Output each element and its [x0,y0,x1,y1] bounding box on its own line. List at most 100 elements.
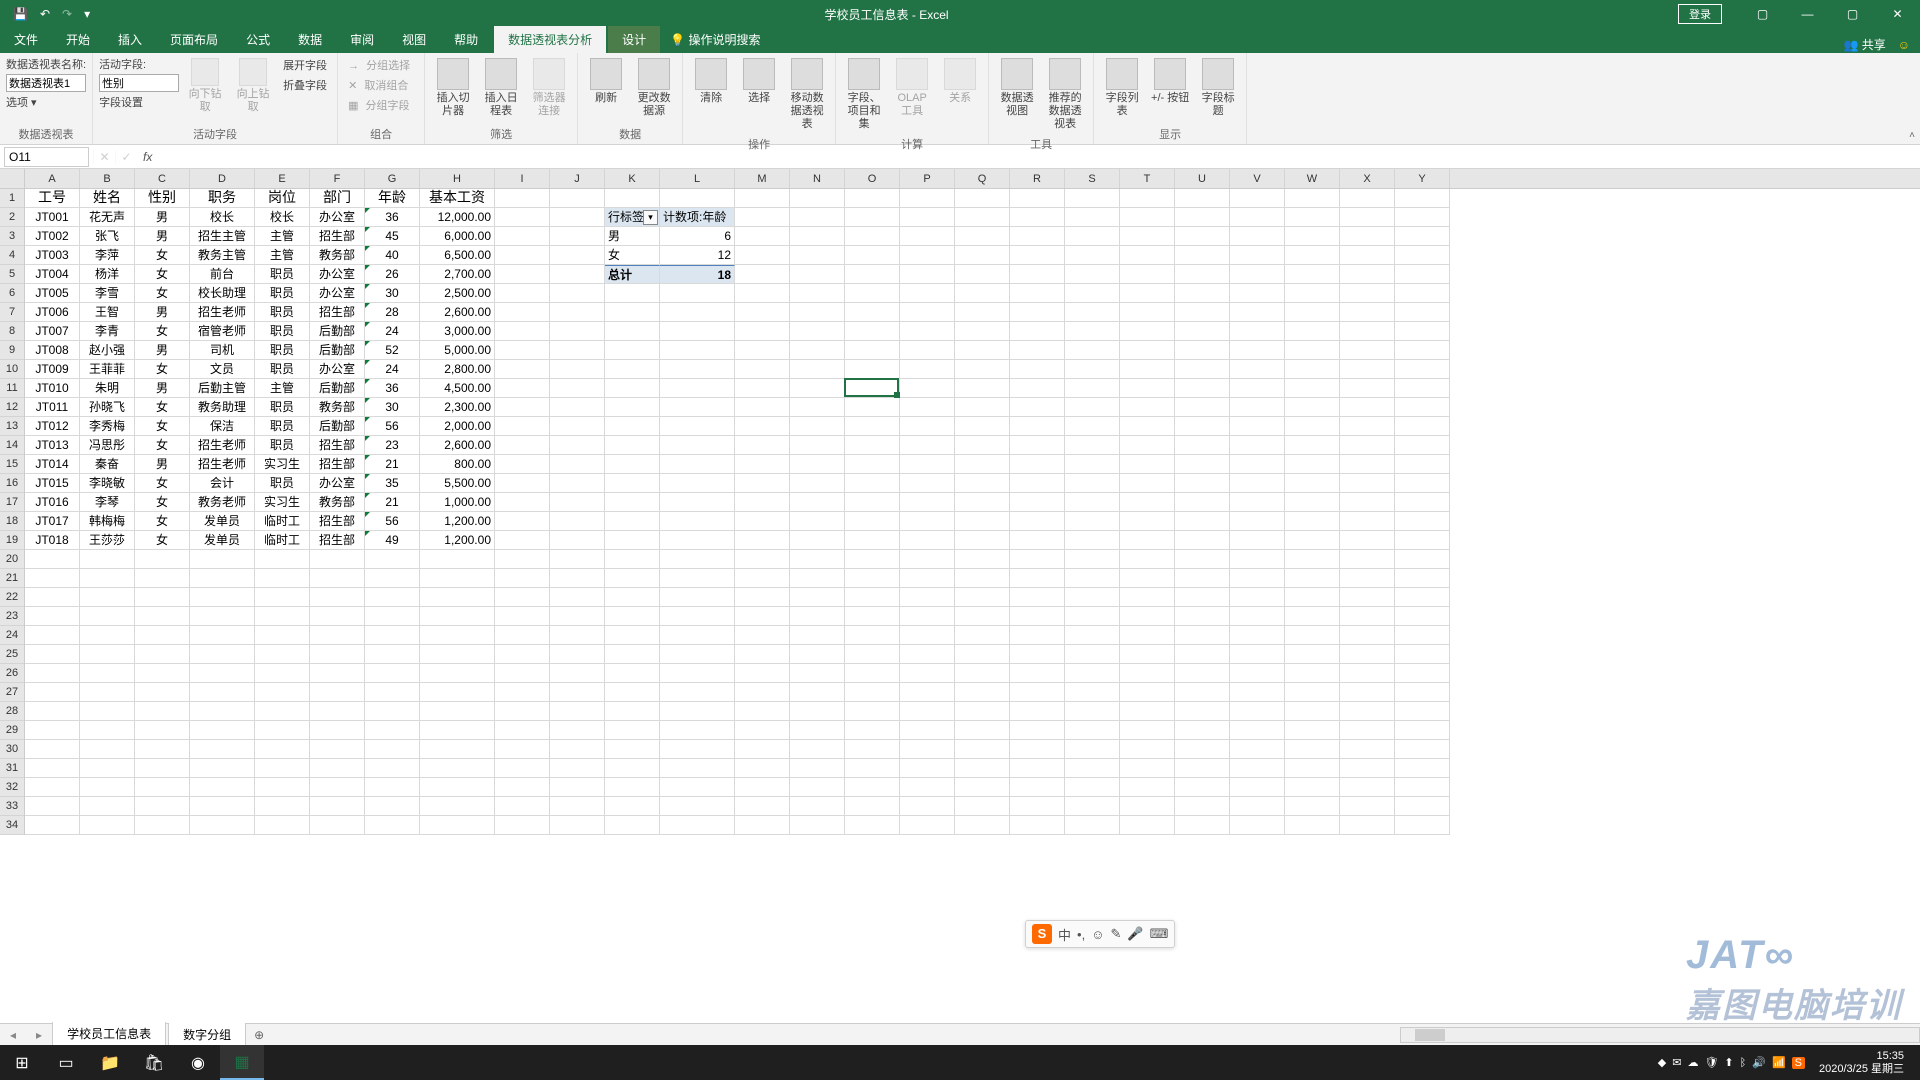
save-icon[interactable]: 💾 [8,5,33,23]
ribbon-mode-icon[interactable]: ▢ [1740,3,1785,25]
pivot-chart-button[interactable]: 数据透视图 [995,56,1039,120]
ime-lang-button[interactable]: 中 [1058,925,1071,944]
select-button[interactable]: 选择 [737,56,781,107]
cancel-formula-icon[interactable]: ✕ [93,150,115,164]
refresh-button[interactable]: 刷新 [584,56,628,107]
collapse-field-button[interactable]: 折叠字段 [279,76,331,94]
group-field-button[interactable]: ▦ 分组字段 [344,96,418,114]
maximize-icon[interactable]: ▢ [1830,3,1875,25]
insert-timeline-button[interactable]: 插入日程表 [479,56,523,120]
tray-network-icon[interactable]: 📶 [1772,1056,1786,1069]
name-box[interactable] [4,147,89,167]
expand-field-button[interactable]: 展开字段 [279,56,331,74]
grid-cells[interactable]: 工号姓名性别职务岗位部门年龄基本工资JT001花无声男校长校长办公室3612,0… [25,189,1920,835]
active-field-input[interactable] [99,74,179,92]
add-sheet-button[interactable]: ⊕ [248,1028,270,1042]
tab-pivot-analyze[interactable]: 数据透视表分析 [494,26,606,53]
sheet-tab-other[interactable]: 数字分组 [168,1023,246,1047]
accept-formula-icon[interactable]: ✓ [115,150,137,164]
store-icon[interactable]: 🛍 [132,1045,176,1080]
smiley-icon[interactable]: ☺ [1898,38,1910,52]
drill-up-button[interactable]: 向上钻取 [231,56,275,116]
tray-icon[interactable]: ✉ [1672,1056,1681,1069]
tab-page-layout[interactable]: 页面布局 [156,26,232,53]
move-pivot-button[interactable]: 移动数据透视表 [785,56,829,134]
sheet-tab-bar: ◂ ▸ 学校员工信息表 数字分组 ⊕ [0,1023,1920,1045]
fx-icon[interactable]: fx [137,150,158,164]
ungroup-button[interactable]: ✕ 取消组合 [344,76,418,94]
login-button[interactable]: 登录 [1678,4,1722,24]
olap-tools-button[interactable]: OLAP 工具 [890,56,934,120]
pt-name-label: 数据透视表名称: [6,56,86,72]
change-source-button[interactable]: 更改数据源 [632,56,676,120]
worksheet[interactable]: 1234567891011121314151617181920212223242… [0,169,1920,1045]
pt-options-button[interactable]: 选项 ▾ [6,94,86,110]
select-all-corner[interactable] [0,169,25,189]
tray-icon[interactable]: S [1792,1057,1805,1069]
tab-file[interactable]: 文件 [0,26,52,53]
tab-insert[interactable]: 插入 [104,26,156,53]
ime-emoji-button[interactable]: ☺ [1091,927,1104,942]
tab-view[interactable]: 视图 [388,26,440,53]
task-view-button[interactable]: ▭ [44,1045,88,1080]
tab-review[interactable]: 审阅 [336,26,388,53]
fields-items-sets-button[interactable]: 字段、项目和集 [842,56,886,134]
close-icon[interactable]: ✕ [1875,3,1920,25]
share-button[interactable]: 👥 共享 [1843,36,1885,53]
tab-data[interactable]: 数据 [284,26,336,53]
ime-keyboard-button[interactable]: ⌨ [1150,926,1169,942]
group-data: 刷新 更改数据源 数据 [578,53,683,144]
field-headers-button[interactable]: 字段标题 [1196,56,1240,120]
undo-icon[interactable]: ↶ [35,5,55,23]
column-headers[interactable]: ABCDEFGHIJKLMNOPQRSTUVWXY [25,169,1920,189]
recommended-pivot-button[interactable]: 推荐的数据透视表 [1043,56,1087,134]
clear-button[interactable]: 清除 [689,56,733,107]
ime-skin-button[interactable]: ✎ [1110,926,1121,942]
field-settings-button[interactable]: 字段设置 [99,94,179,110]
tray-bluetooth-icon[interactable]: ᛒ [1740,1057,1747,1069]
share-label: 共享 [1862,38,1886,52]
pivot-filter-dropdown-icon[interactable]: ▾ [643,210,658,225]
collapse-ribbon-icon[interactable]: ˄ [1909,130,1915,141]
active-field-label: 活动字段: [99,56,179,72]
minimize-icon[interactable]: — [1785,3,1830,25]
ime-punct-button[interactable]: •, [1077,927,1085,942]
sogou-logo-icon[interactable]: S [1032,924,1052,944]
excel-taskbar-icon[interactable]: ▦ [220,1045,264,1080]
sheet-tab-active[interactable]: 学校员工信息表 [52,1022,166,1047]
sheet-nav-prev-icon[interactable]: ◂ [0,1028,26,1042]
plus-minus-button[interactable]: +/- 按钮 [1148,56,1192,107]
ime-voice-button[interactable]: 🎤 [1127,926,1143,942]
drill-down-button[interactable]: 向下钻取 [183,56,227,116]
group-pivottable: 数据透视表名称: 选项 ▾ 数据透视表 [0,53,93,144]
redo-icon[interactable]: ↷ [57,5,77,23]
start-button[interactable]: ⊞ [0,1045,44,1080]
tray-icon[interactable]: 🛡 [1704,1056,1718,1069]
tab-pivot-design[interactable]: 设计 [608,26,660,53]
relationships-button[interactable]: 关系 [938,56,982,107]
group-selection-button[interactable]: → 分组选择 [344,56,418,74]
tab-home[interactable]: 开始 [52,26,104,53]
file-explorer-icon[interactable]: 📁 [88,1045,132,1080]
pt-name-input[interactable] [6,74,86,92]
row-headers[interactable]: 1234567891011121314151617181920212223242… [0,189,25,835]
sheet-nav-next-icon[interactable]: ▸ [26,1028,52,1042]
horizontal-scrollbar[interactable] [1400,1027,1920,1043]
insert-slicer-button[interactable]: 插入切片器 [431,56,475,120]
tray-volume-icon[interactable]: 🔊 [1752,1056,1766,1069]
tab-help[interactable]: 帮助 [440,26,492,53]
group-label: 数据 [584,126,676,142]
filter-connections-button[interactable]: 筛选器连接 [527,56,571,120]
ime-toolbar[interactable]: S 中 •, ☺ ✎ 🎤 ⌨ [1025,920,1175,948]
taskbar-clock[interactable]: 15:35 2020/3/25 星期三 [1811,1050,1912,1074]
tray-icon[interactable]: ◆ [1658,1056,1666,1069]
field-list-button[interactable]: 字段列表 [1100,56,1144,120]
system-tray[interactable]: ◆ ✉ ☁ 🛡 ⬆ ᛒ 🔊 📶 S 15:35 2020/3/25 星期三 [1658,1050,1920,1074]
tell-me[interactable]: 💡 操作说明搜索 [660,26,770,53]
chrome-icon[interactable]: ◉ [176,1045,220,1080]
group-label: 操作 [689,136,829,152]
qat-more-icon[interactable]: ▾ [79,5,95,23]
tray-icon[interactable]: ⬆ [1724,1056,1733,1069]
tray-icon[interactable]: ☁ [1687,1056,1698,1069]
tab-formulas[interactable]: 公式 [232,26,284,53]
